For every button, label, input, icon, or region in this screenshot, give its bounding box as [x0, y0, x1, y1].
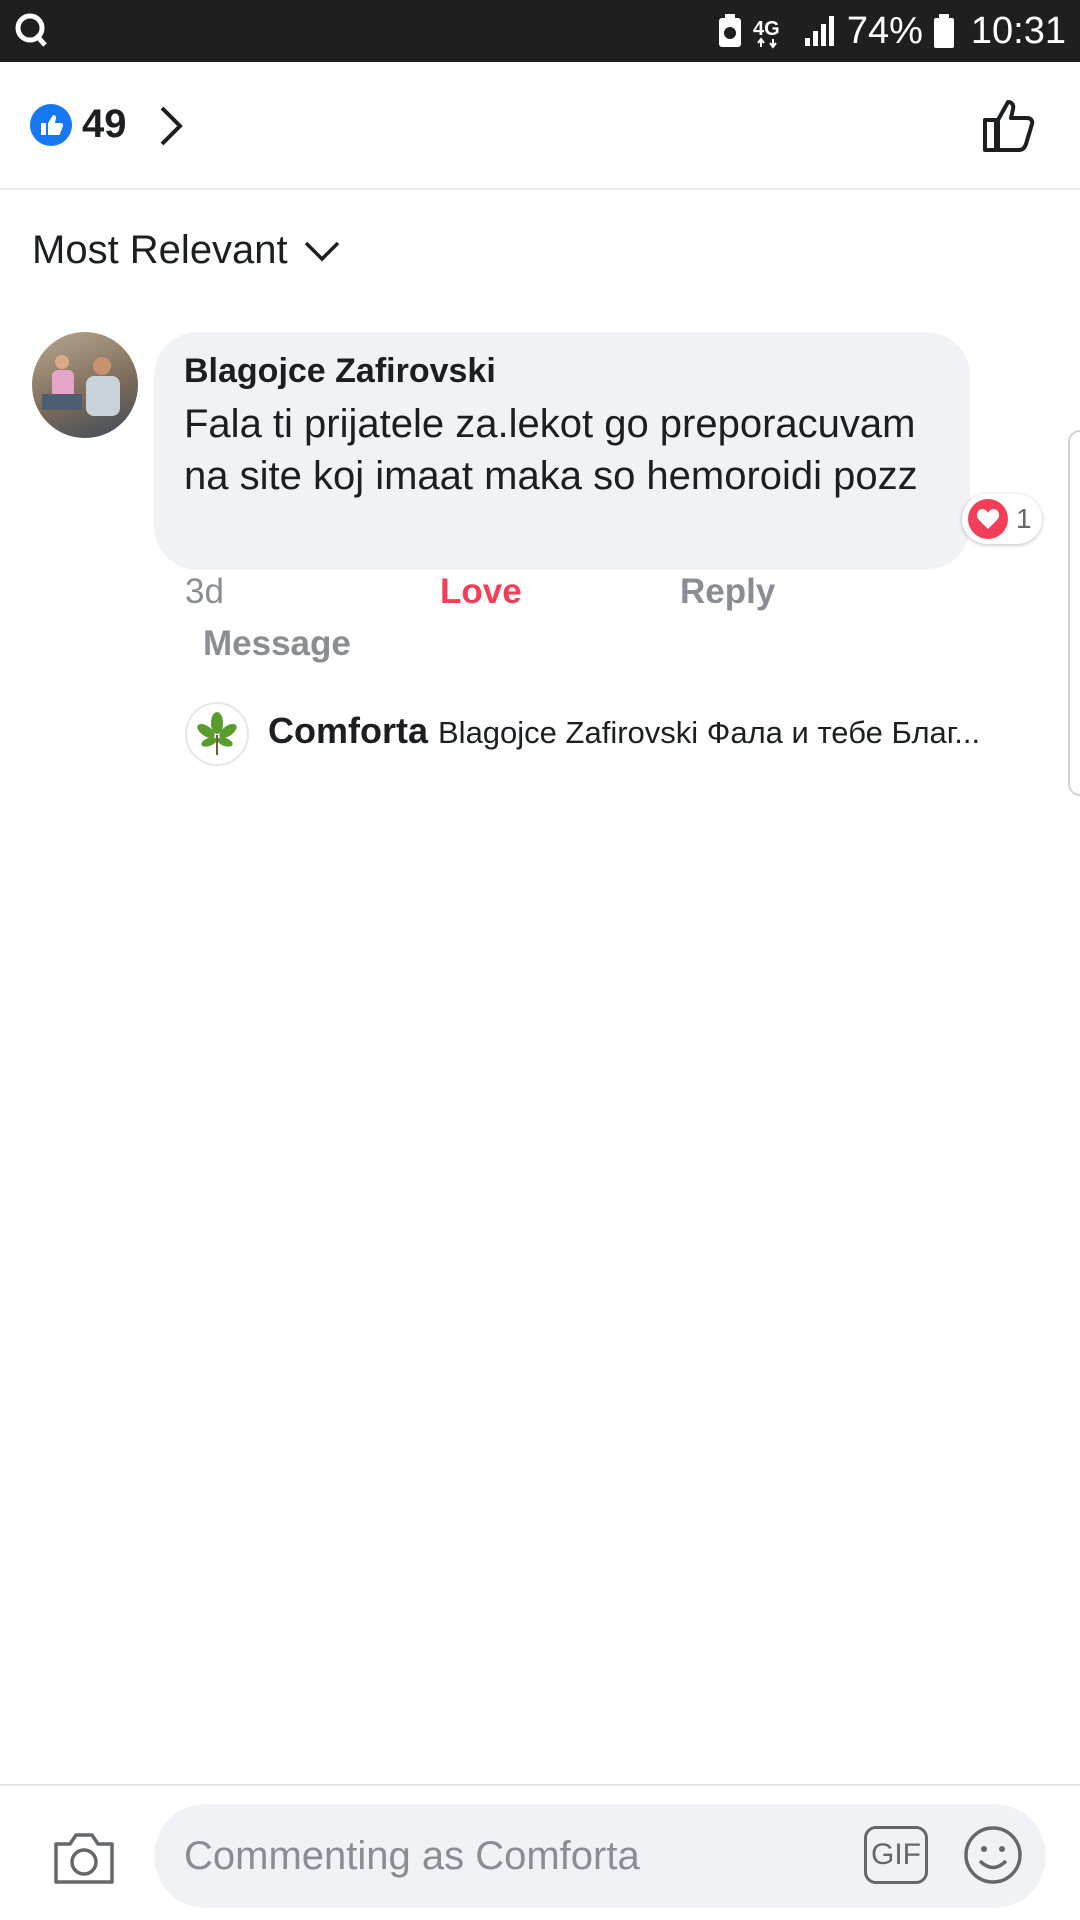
commenter-avatar[interactable]: [32, 332, 138, 438]
reaction-summary[interactable]: 1: [962, 494, 1042, 544]
avatar-photo: [42, 355, 120, 416]
side-panel-edge: [1068, 430, 1080, 796]
comment-timestamp: 3d: [185, 572, 224, 611]
network-4g-icon: 4G: [753, 18, 780, 49]
love-button[interactable]: Love: [440, 572, 522, 612]
reply-avatar[interactable]: [185, 702, 249, 766]
comment-author[interactable]: Blagojce Zafirovski: [184, 352, 496, 391]
clock: 10:31: [970, 9, 1066, 52]
svg-text:4G: 4G: [753, 18, 780, 40]
reply-author[interactable]: Comforta: [268, 710, 428, 751]
gif-label: GIF: [871, 1838, 921, 1871]
reply-preview[interactable]: Comforta Blagojce Zafirovski Фала и тебе …: [268, 710, 1048, 752]
like-reaction-badge[interactable]: [30, 104, 72, 146]
comment-input-box[interactable]: GIF: [154, 1804, 1046, 1908]
message-button[interactable]: Message: [203, 624, 351, 664]
comment-input[interactable]: [184, 1826, 824, 1886]
comment-bubble[interactable]: Blagojce Zafirovski Fala ti prijatele za…: [154, 332, 970, 570]
gif-button[interactable]: GIF: [864, 1826, 928, 1884]
thumbs-up-icon: [41, 115, 64, 135]
reaction-count: 1: [1016, 503, 1032, 534]
comments-sheet: 49 Most Relevant Blagojce Zafirovski Fal…: [0, 62, 1080, 1920]
sheet-header: 49: [0, 62, 1080, 190]
leaf-logo-icon: [197, 712, 237, 755]
comment-composer: GIF: [0, 1784, 1080, 1920]
sort-label: Most Relevant: [32, 228, 288, 272]
battery-icon: [933, 14, 954, 48]
emoji-icon[interactable]: [962, 1824, 1024, 1886]
battery-saver-icon: [718, 14, 741, 47]
like-button-thumbs-up-icon[interactable]: [980, 94, 1040, 154]
chevron-down-icon: [304, 241, 339, 261]
chevron-right-icon[interactable]: [156, 102, 186, 150]
reply-button[interactable]: Reply: [680, 572, 775, 612]
q-app-icon: [15, 13, 47, 47]
reply-text: Blagojce Zafirovski Фала и тебе Благ...: [438, 715, 981, 750]
camera-icon[interactable]: [50, 1828, 118, 1886]
battery-percent: 74%: [846, 9, 923, 52]
signal-icon: [804, 16, 834, 46]
love-reaction-icon: [968, 499, 1008, 539]
status-bar: 4G 74% 10:31: [0, 0, 1080, 62]
sort-dropdown[interactable]: Most Relevant: [32, 228, 342, 273]
comment-text: Fala ti prijatele za.lekot go preporacuv…: [184, 402, 918, 498]
like-count[interactable]: 49: [82, 102, 127, 147]
